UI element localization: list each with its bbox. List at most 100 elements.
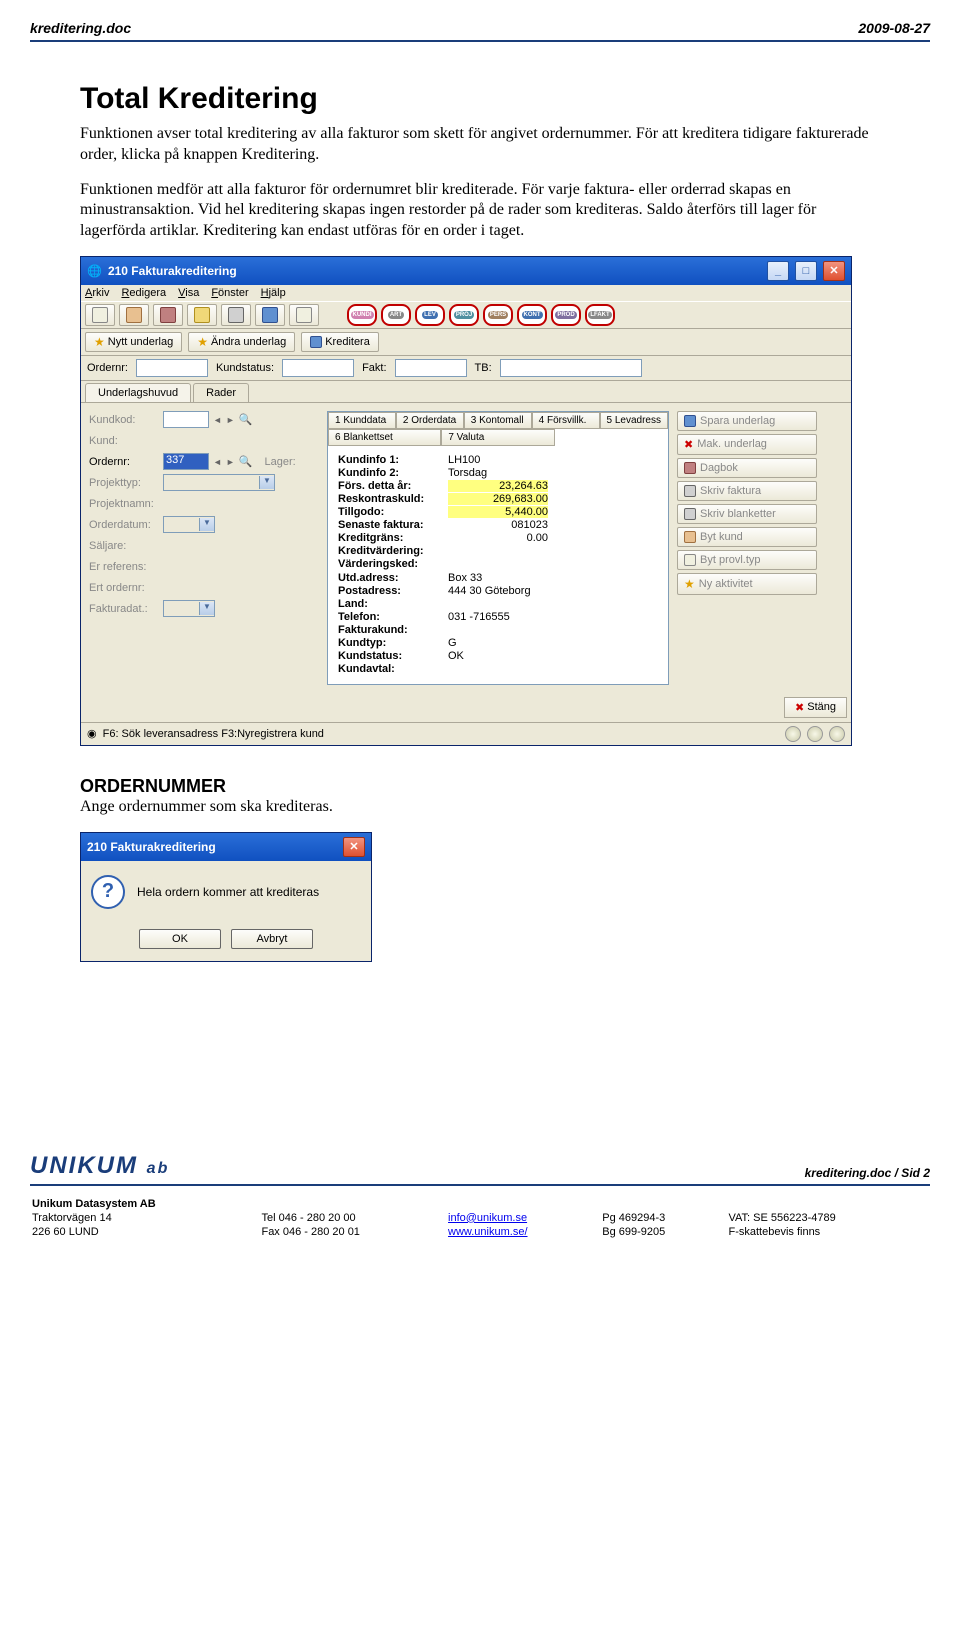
ctab-3[interactable]: 3 Kontomall	[464, 412, 532, 429]
lbl-projektnamn: Projektnamn:	[89, 498, 159, 510]
kreditera-button[interactable]: Kreditera	[301, 332, 379, 352]
web-link[interactable]: www.unikum.se/	[448, 1226, 527, 1238]
round-lfakt[interactable]: LFAKT	[585, 304, 615, 326]
form-area: Kundkod:◄►🔍 Kund: Ordernr:337◄►🔍Lager: P…	[81, 402, 851, 693]
lbl-projekttyp: Projekttyp:	[89, 477, 159, 489]
prev-icon[interactable]: ◄	[213, 415, 222, 425]
info-value: 5,440.00	[448, 506, 548, 518]
round-proj[interactable]: PROJ	[449, 304, 479, 326]
close-button[interactable]: ✕	[823, 261, 845, 281]
right-panel: Spara underlag ✖Mak. underlag Dagbok Skr…	[677, 411, 817, 685]
lbl-orderdatum: Orderdatum:	[89, 519, 159, 531]
next-icon[interactable]: ►	[226, 415, 235, 425]
avbryt-button[interactable]: Avbryt	[231, 929, 313, 949]
toolbar-btn-7[interactable]	[289, 304, 319, 326]
info-list: Kundinfo 1:LH100Kundinfo 2:TorsdagFörs. …	[328, 446, 668, 684]
info-value: Torsdag	[448, 467, 548, 479]
lbl-fakturadat: Fakturadat.:	[89, 603, 159, 615]
round-kundi[interactable]: KUNDI	[347, 304, 377, 326]
field-fakt	[395, 359, 467, 377]
fld-ordernr2[interactable]: 337	[163, 453, 209, 470]
field-tb	[500, 359, 642, 377]
ctab-2[interactable]: 2 Orderdata	[396, 412, 464, 429]
rbtn-mak: ✖Mak. underlag	[677, 434, 817, 455]
menu-arkiv[interactable]: Arkiv	[85, 287, 109, 299]
fld-kundkod	[163, 411, 209, 428]
header-left: kreditering.doc	[30, 20, 131, 36]
tel: Tel 046 - 280 20 00	[261, 1212, 446, 1224]
toolbar-btn-3[interactable]	[153, 304, 183, 326]
vat: VAT: SE 556223-4789	[728, 1212, 928, 1224]
lbl-kund: Kund:	[89, 435, 159, 447]
ctab-7[interactable]: 7 Valuta	[441, 429, 554, 446]
ctab-6[interactable]: 6 Blankettset	[328, 429, 441, 446]
info-label: Utd.adress:	[338, 572, 448, 584]
dialog-close-button[interactable]: ✕	[343, 837, 365, 857]
toolbar-btn-5[interactable]	[221, 304, 251, 326]
center-panel: 1 Kunddata 2 Orderdata 3 Kontomall 4 För…	[327, 411, 669, 685]
info-value	[448, 624, 548, 636]
main-tabs: Underlagshuvud Rader	[81, 381, 851, 402]
info-label: Kreditgräns:	[338, 532, 448, 544]
dd-orderdatum: ▼	[163, 516, 215, 533]
round-prod[interactable]: PROD	[551, 304, 581, 326]
toolbar-btn-1[interactable]	[85, 304, 115, 326]
menu-visa[interactable]: Visa	[178, 287, 199, 299]
menu-redigera[interactable]: Redigera	[121, 287, 166, 299]
lbl-lager: Lager:	[265, 456, 296, 468]
brand-logo: UNIKUM ab	[30, 1152, 169, 1180]
prev2-icon[interactable]: ◄	[213, 457, 222, 467]
left-form: Kundkod:◄►🔍 Kund: Ordernr:337◄►🔍Lager: P…	[89, 411, 319, 685]
lbl-kundkod: Kundkod:	[89, 414, 159, 426]
tab-underlagshuvud[interactable]: Underlagshuvud	[85, 383, 191, 402]
dialog-buttons: OK Avbryt	[81, 923, 371, 961]
info-label: Förs. detta år:	[338, 480, 448, 492]
menubar: Arkiv Redigera Visa Fönster Hjälp	[81, 285, 851, 301]
minimize-button[interactable]: _	[767, 261, 789, 281]
next2-icon[interactable]: ►	[226, 457, 235, 467]
info-value: LH100	[448, 454, 548, 466]
search2-icon[interactable]: 🔍	[239, 455, 253, 468]
menu-hjalp[interactable]: Hjälp	[261, 287, 286, 299]
toolbar-btn-6[interactable]	[255, 304, 285, 326]
field-ordernr[interactable]	[136, 359, 208, 377]
ctab-4[interactable]: 4 Försvillk.	[532, 412, 600, 429]
bg: Bg 699-9205	[602, 1226, 726, 1238]
tab-rader[interactable]: Rader	[193, 383, 249, 402]
rbtn-spara: Spara underlag	[677, 411, 817, 431]
info-label: Tillgodo:	[338, 506, 448, 518]
maximize-button[interactable]: □	[795, 261, 817, 281]
statusbar: ◉ F6: Sök leveransadress F3:Nyregistrera…	[81, 722, 851, 745]
stang-button[interactable]: ✖Stäng	[784, 697, 847, 718]
round-lev[interactable]: LEV	[415, 304, 445, 326]
question-icon: ?	[91, 875, 125, 909]
ctab-1[interactable]: 1 Kunddata	[328, 412, 396, 429]
round-kont[interactable]: KONT	[517, 304, 547, 326]
ctab-5[interactable]: 5 Levadress	[600, 412, 668, 429]
footer: UNIKUM ab kreditering.doc / Sid 2 Unikum…	[0, 1152, 960, 1260]
help-icon: ◉	[87, 727, 97, 740]
round-pers[interactable]: PERS	[483, 304, 513, 326]
round-art[interactable]: ART	[381, 304, 411, 326]
info-label: Kundstatus:	[338, 650, 448, 662]
menu-fonster[interactable]: Fönster	[211, 287, 248, 299]
center-tabs: 1 Kunddata 2 Orderdata 3 Kontomall 4 För…	[328, 412, 668, 446]
toolbar-btn-4[interactable]	[187, 304, 217, 326]
search-icon[interactable]: 🔍	[239, 413, 253, 426]
rbtn-skrivblank: Skriv blanketter	[677, 504, 817, 524]
email-link[interactable]: info@unikum.se	[448, 1212, 527, 1224]
toolbar-btn-2[interactable]	[119, 304, 149, 326]
info-value: 0.00	[448, 532, 548, 544]
andra-underlag-button[interactable]: ★Ändra underlag	[188, 332, 295, 352]
label-fakt: Fakt:	[362, 362, 386, 374]
toolbar-2: ★Nytt underlag ★Ändra underlag Kreditera	[81, 329, 851, 356]
toolbar-1: KUNDI ART LEV PROJ PERS KONT PROD LFAKT	[81, 301, 851, 329]
footer-rule	[30, 1184, 930, 1186]
page-number: kreditering.doc / Sid 2	[805, 1166, 930, 1180]
rbtn-skrivfaktura: Skriv faktura	[677, 481, 817, 501]
header-rule	[30, 40, 930, 42]
ok-button[interactable]: OK	[139, 929, 221, 949]
info-label: Fakturakund:	[338, 624, 448, 636]
rbtn-nyaktivitet: ★Ny aktivitet	[677, 573, 817, 595]
nytt-underlag-button[interactable]: ★Nytt underlag	[85, 332, 182, 352]
